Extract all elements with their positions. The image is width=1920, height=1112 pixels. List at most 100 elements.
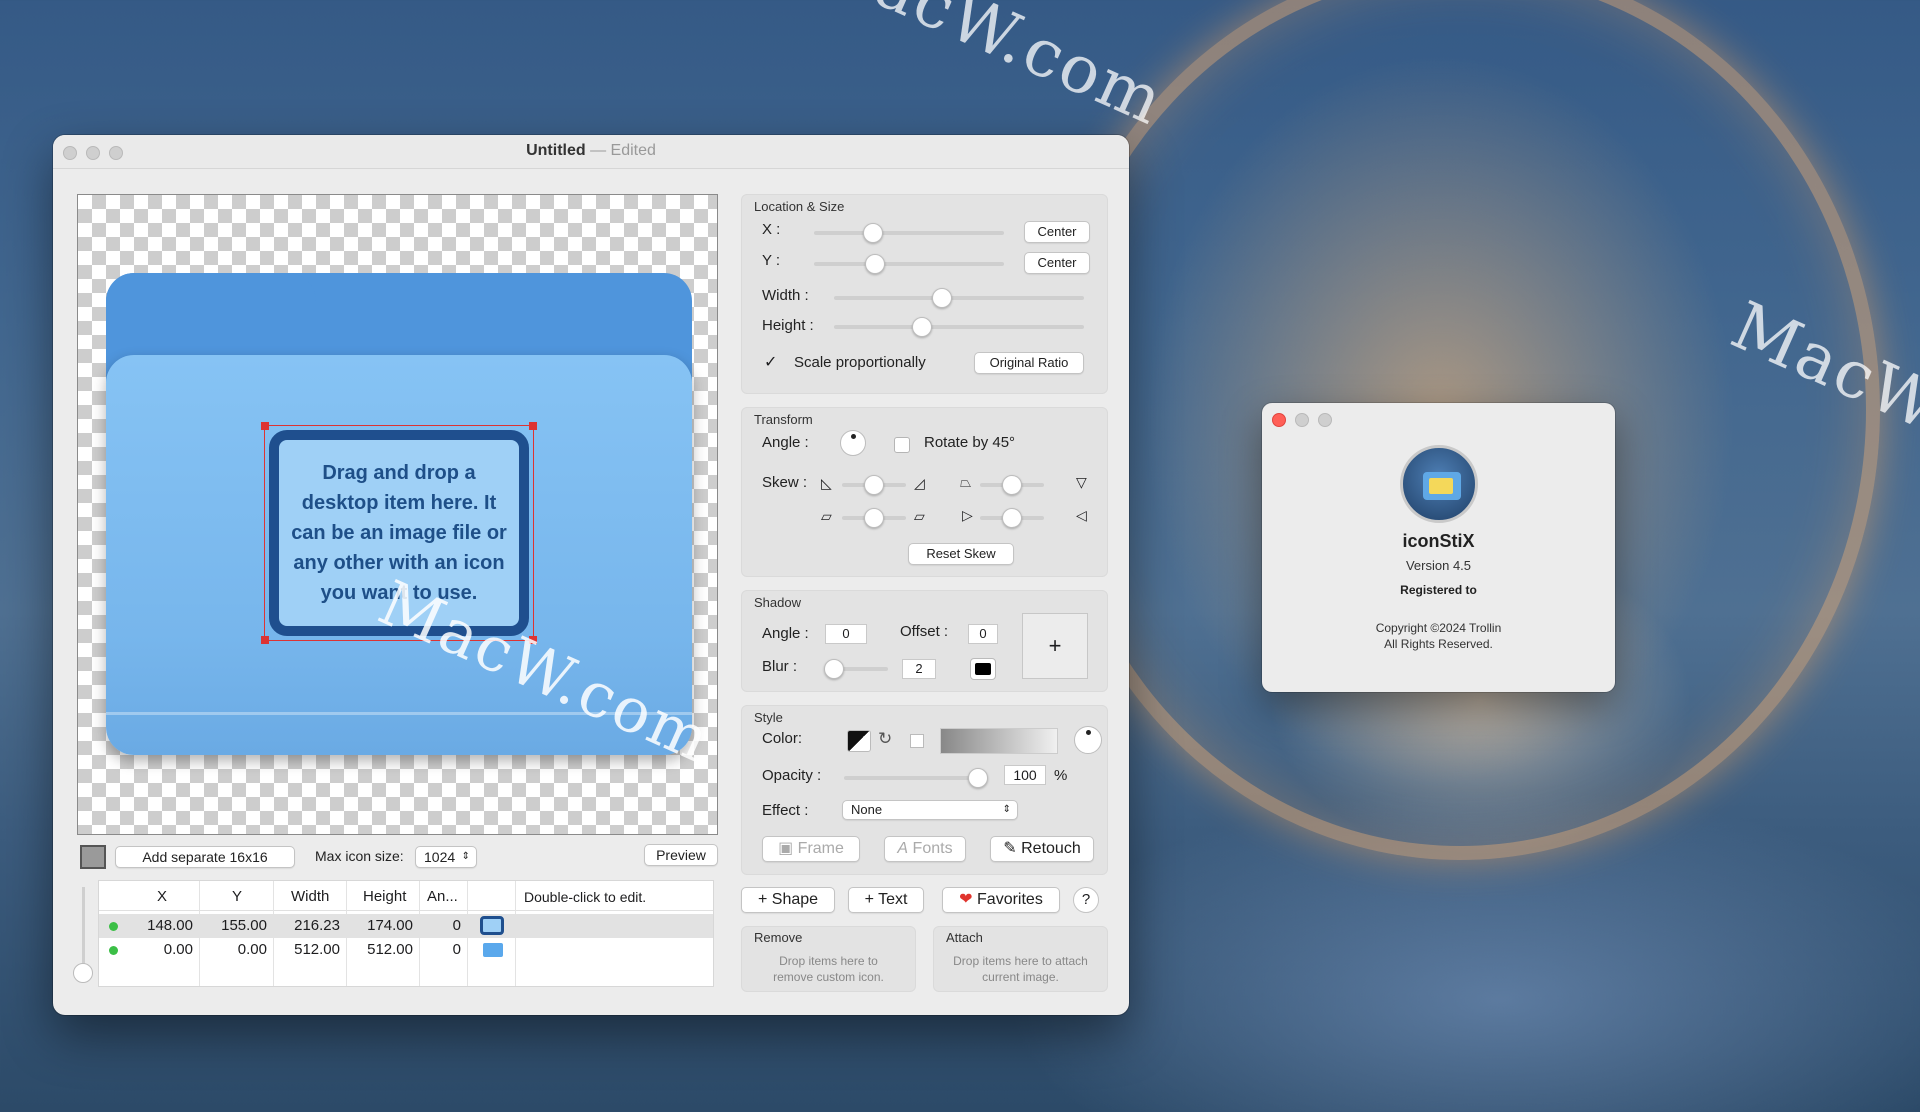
attach-drop-zone[interactable]: Attach Drop items here to attach current… bbox=[933, 926, 1108, 992]
skew-label: Skew : bbox=[762, 474, 808, 491]
heart-icon: ❤ bbox=[959, 891, 973, 908]
drop-hint-text: Drag and drop a desktop item here. It ca… bbox=[269, 430, 529, 636]
style-title: Style bbox=[754, 710, 783, 725]
refresh-icon[interactable]: ↻ bbox=[878, 729, 892, 749]
header-hint: Double-click to edit. bbox=[524, 889, 647, 905]
skew-trap-up-icon: ⏢ bbox=[960, 474, 972, 490]
original-ratio-button[interactable]: Original Ratio bbox=[974, 352, 1084, 374]
effect-value: None bbox=[851, 802, 883, 817]
skew-knob[interactable] bbox=[1002, 508, 1022, 528]
retouch-button[interactable]: ✎ Retouch bbox=[990, 836, 1094, 862]
resize-handle-bl[interactable] bbox=[261, 636, 269, 644]
add-separate-button[interactable]: Add separate 16x16 bbox=[115, 846, 295, 868]
shadow-group: Shadow Angle : 0 Offset : 0 Blur : 2 + bbox=[741, 590, 1108, 692]
about-zoom-button[interactable] bbox=[1318, 413, 1332, 427]
scale-checkbox[interactable]: ✓ bbox=[764, 355, 780, 371]
skew-knob[interactable] bbox=[864, 508, 884, 528]
shadow-angle-field[interactable]: 0 bbox=[825, 624, 867, 644]
chevron-updown-icon: ⇕ bbox=[1002, 804, 1011, 815]
skew-knob[interactable] bbox=[864, 475, 884, 495]
cell-width: 512.00 bbox=[294, 941, 340, 958]
x-slider[interactable] bbox=[814, 223, 1004, 243]
preview-button[interactable]: Preview bbox=[644, 844, 718, 866]
shadow-blur-slider[interactable] bbox=[824, 659, 888, 679]
color-swatch-small[interactable] bbox=[80, 845, 106, 869]
help-button[interactable]: ? bbox=[1073, 887, 1099, 913]
fonts-button[interactable]: A Fonts bbox=[884, 836, 966, 862]
opacity-field[interactable]: 100 bbox=[1004, 765, 1046, 785]
skew-right-top-icon: ◿ bbox=[914, 475, 925, 491]
skew-knob[interactable] bbox=[1002, 475, 1022, 495]
skew-parallelogram-icon: ▱ bbox=[914, 508, 925, 524]
layers-table[interactable]: X Y Width Height An... Double-click to e… bbox=[98, 880, 714, 987]
reset-skew-button[interactable]: Reset Skew bbox=[908, 543, 1014, 565]
table-header: X Y Width Height An... Double-click to e… bbox=[99, 885, 713, 911]
height-slider[interactable] bbox=[834, 317, 1084, 337]
shadow-color-well[interactable] bbox=[970, 658, 996, 680]
color-swatch-white[interactable] bbox=[910, 734, 924, 748]
style-group: Style Color: ↻ Opacity : 100 % Effect : … bbox=[741, 705, 1108, 875]
selected-layer[interactable]: Drag and drop a desktop item here. It ca… bbox=[261, 422, 537, 644]
add-text-button[interactable]: + Text bbox=[848, 887, 924, 913]
about-close-button[interactable] bbox=[1272, 413, 1286, 427]
resize-handle-tl[interactable] bbox=[261, 422, 269, 430]
y-slider[interactable] bbox=[814, 254, 1004, 274]
x-slider-knob[interactable] bbox=[862, 223, 883, 243]
header-y: Y bbox=[232, 888, 243, 905]
about-app-name: iconStiX bbox=[1402, 531, 1475, 551]
skew-slider-3[interactable] bbox=[842, 508, 906, 528]
table-row[interactable]: 0.00 0.00 512.00 512.00 0 bbox=[99, 938, 713, 962]
table-row[interactable]: 148.00 155.00 216.23 174.00 0 bbox=[99, 914, 713, 938]
color-mode-icon[interactable] bbox=[847, 730, 871, 752]
frame-button[interactable]: ▣ Frame bbox=[762, 836, 860, 862]
center-x-button[interactable]: Center bbox=[1024, 221, 1090, 243]
gradient-angle-dial[interactable] bbox=[1074, 726, 1102, 754]
height-slider-knob[interactable] bbox=[911, 317, 932, 337]
cell-height: 512.00 bbox=[367, 941, 413, 958]
transform-group: Transform Angle : Rotate by 45° Skew : ◺… bbox=[741, 407, 1108, 577]
add-shape-button[interactable]: + Shape bbox=[741, 887, 835, 913]
fonts-icon: A bbox=[897, 840, 909, 857]
header-x: X bbox=[157, 888, 168, 905]
width-slider-knob[interactable] bbox=[931, 288, 952, 308]
opacity-slider[interactable] bbox=[844, 768, 988, 788]
about-window: iconStiX Version 4.5 Registered to Copyr… bbox=[1262, 403, 1615, 692]
effect-select[interactable]: None ⇕ bbox=[842, 800, 1018, 820]
app-icon bbox=[1399, 445, 1478, 523]
app-icon-note bbox=[1428, 478, 1453, 494]
chevron-updown-icon: ⇕ bbox=[461, 851, 470, 862]
header-width: Width bbox=[291, 888, 330, 905]
location-size-group: Location & Size X : Center Y : Center Wi… bbox=[741, 194, 1108, 394]
shadow-offset-field[interactable]: 0 bbox=[968, 624, 998, 644]
shadow-add-button[interactable]: + bbox=[1022, 613, 1088, 679]
rotate-checkbox[interactable] bbox=[894, 437, 910, 453]
shadow-blur-field[interactable]: 2 bbox=[902, 659, 936, 679]
resize-handle-tr[interactable] bbox=[529, 422, 537, 430]
height-label: Height : bbox=[762, 317, 814, 334]
favorites-button[interactable]: ❤ Favorites bbox=[942, 887, 1060, 913]
layer-scroll-knob[interactable] bbox=[73, 963, 93, 983]
width-slider[interactable] bbox=[834, 288, 1084, 308]
frame-label: Frame bbox=[797, 840, 844, 857]
skew-slider-4[interactable] bbox=[980, 508, 1044, 528]
about-minimize-button[interactable] bbox=[1295, 413, 1309, 427]
gradient-bar[interactable] bbox=[940, 728, 1058, 754]
skew-slider-1[interactable] bbox=[842, 475, 906, 495]
resize-handle-br[interactable] bbox=[529, 636, 537, 644]
y-slider-knob[interactable] bbox=[864, 254, 885, 274]
max-icon-size-select[interactable]: 1024 ⇕ bbox=[415, 846, 477, 868]
cell-y: 0.00 bbox=[237, 941, 267, 958]
status-dot bbox=[109, 946, 118, 955]
cell-x: 148.00 bbox=[147, 917, 193, 934]
shadow-blur-knob[interactable] bbox=[824, 659, 844, 679]
icon-canvas[interactable]: Drag and drop a desktop item here. It ca… bbox=[77, 194, 718, 835]
skew-right-arrow-icon: ▷ bbox=[962, 507, 973, 523]
attach-hint: Drop items here to attach current image. bbox=[953, 954, 1088, 984]
center-y-button[interactable]: Center bbox=[1024, 252, 1090, 274]
skew-slider-2[interactable] bbox=[980, 475, 1044, 495]
remove-drop-zone[interactable]: Remove Drop items here to remove custom … bbox=[741, 926, 916, 992]
opacity-knob[interactable] bbox=[968, 768, 988, 788]
percent-label: % bbox=[1054, 767, 1068, 784]
cell-angle: 0 bbox=[452, 941, 461, 958]
angle-dial[interactable] bbox=[840, 430, 866, 456]
